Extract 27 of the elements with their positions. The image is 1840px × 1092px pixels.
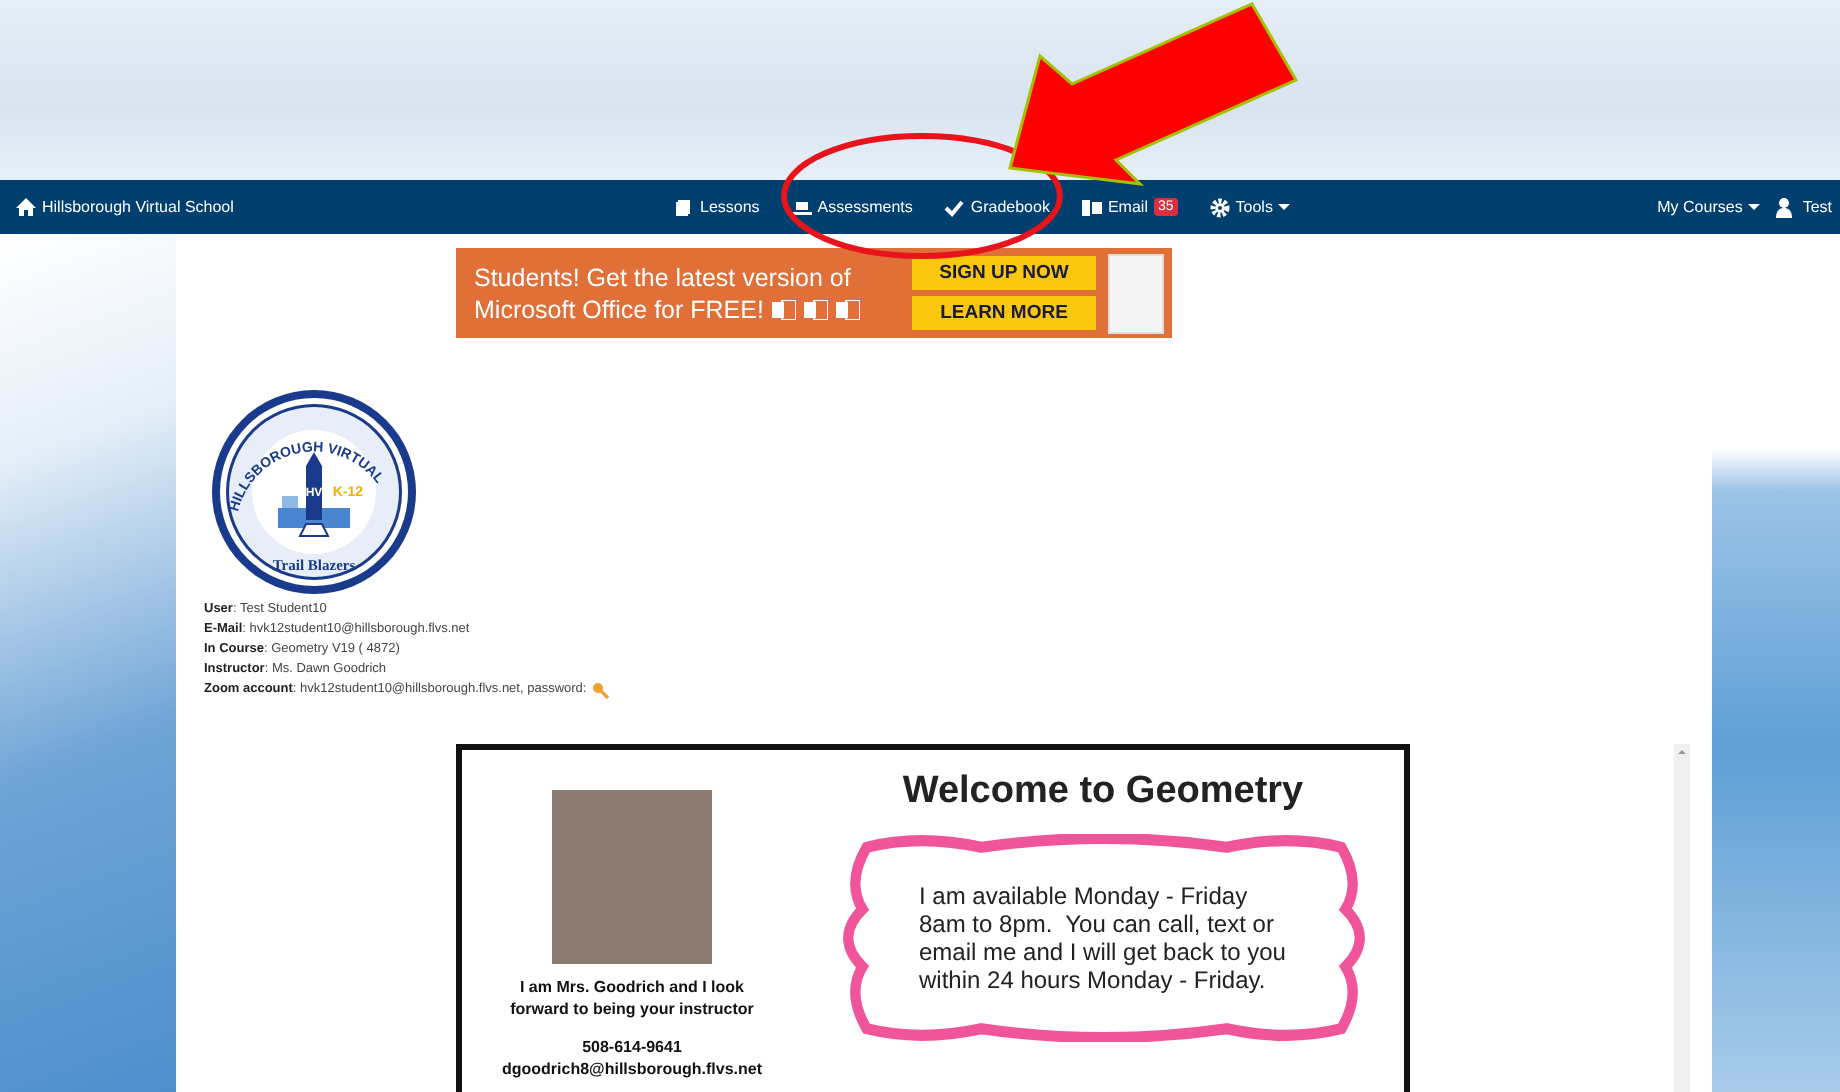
user-icon (1776, 197, 1797, 217)
caret-icon (1278, 204, 1291, 210)
nav-link[interactable]: Assessments (791, 197, 913, 217)
laptop-icon (791, 197, 812, 217)
phone-number: 508-614-9641 (582, 1036, 682, 1058)
nav-link[interactable]: Gradebook (944, 197, 1050, 217)
banner-button[interactable]: SIGN UP NOW (912, 256, 1096, 290)
nav-link[interactable]: Test (1776, 197, 1832, 217)
book-icon (674, 197, 694, 217)
home-icon (16, 198, 36, 216)
key-icon (592, 681, 611, 699)
nav-link[interactable]: Lessons (674, 197, 760, 217)
banner-button[interactable]: LEARN MORE (912, 296, 1096, 330)
instructor-caption: I am Mrs. Goodrich and I look forward to being your instructor (508, 976, 756, 1020)
nav-menu[interactable]: Tools (1209, 197, 1291, 217)
availability-text: I am available Monday - Friday 8am to 8pm. You can call, text or email me and I will get back to you within 24 hours Monday - Friday. (919, 882, 1287, 994)
email-address: dgoodrich8@hillsborough.flvs.net (501, 1058, 763, 1080)
welcome-title: Welcome to Geometry (902, 770, 1304, 814)
banner-scrollbar (1108, 253, 1164, 333)
check-icon (944, 197, 965, 217)
caret-icon (1748, 204, 1761, 210)
scrollbar[interactable] (1674, 744, 1690, 1092)
gear-icon (1209, 197, 1230, 217)
brand-link[interactable]: Hillsborough Virtual School (16, 198, 234, 216)
nav-menu[interactable]: My Courses (1657, 197, 1761, 217)
banner-headline: Microsoft Office for FREE! (474, 295, 764, 323)
banner-headline: Students! Get the latest version of (474, 263, 851, 291)
